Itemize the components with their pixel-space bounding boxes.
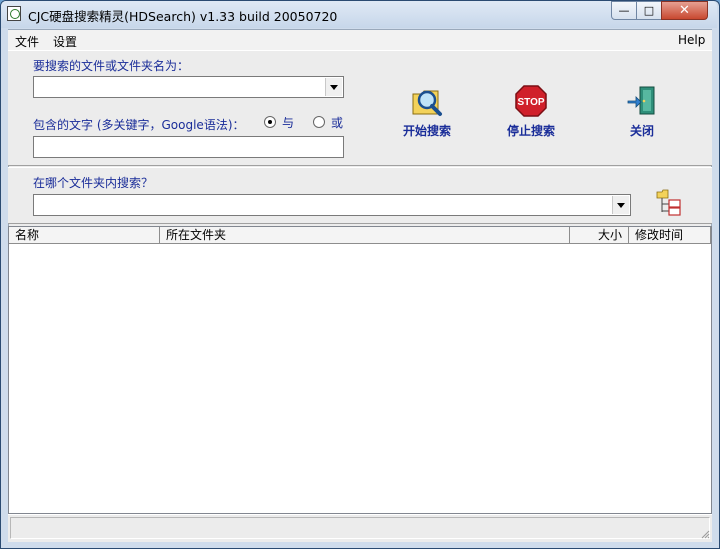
filename-label: 要搜索的文件或文件夹名为： [33,59,190,73]
folder-combobox[interactable] [33,194,631,216]
minimize-icon: — [618,4,630,17]
maximize-icon: □ [643,4,655,17]
browse-folder-tree-icon[interactable] [654,187,684,217]
radio-and-label: 与 [282,116,295,130]
contains-text-input[interactable] [33,136,344,158]
results-list[interactable] [8,226,712,514]
start-search-button[interactable]: 开始搜索 [395,84,459,140]
stop-icon-text: STOP [517,97,544,108]
menu-help[interactable]: Help [678,33,705,47]
magnifier-folder-icon [412,90,442,116]
app-icon[interactable] [7,6,21,21]
radio-and[interactable] [264,116,276,128]
column-header-size[interactable]: 大小 [570,227,629,244]
contains-text-label: 包含的文字 (多关键字，Google语法)： [33,118,245,132]
folder-label: 在哪个文件夹内搜索？ [33,176,154,190]
chevron-down-icon[interactable] [612,196,629,214]
column-header-folder[interactable]: 所在文件夹 [160,227,570,244]
radio-or-label: 或 [331,116,344,130]
stop-search-button[interactable]: STOP 停止搜索 [499,84,563,140]
resize-grip-icon[interactable] [700,529,710,539]
stop-sign-icon: STOP [515,85,547,117]
menu-bar [8,30,712,50]
radio-or[interactable] [313,116,325,128]
column-header-name[interactable]: 名称 [9,227,160,244]
filename-combobox[interactable] [33,76,344,98]
minimize-button[interactable]: — [611,1,637,20]
stop-search-label: 停止搜索 [506,124,555,138]
column-header-modified[interactable]: 修改时间 [629,227,711,244]
close-icon: ✕ [679,3,690,18]
exit-door-icon [627,86,655,115]
maximize-button[interactable]: □ [636,1,662,20]
chevron-down-icon[interactable] [325,78,342,96]
close-window-button[interactable]: ✕ [661,1,708,20]
menu-settings[interactable]: 设置 [53,33,77,50]
start-search-label: 开始搜索 [402,124,451,138]
menu-file[interactable]: 文件 [15,33,39,50]
window-title: CJC硬盘搜索精灵(HDSearch) v1.33 build 20050720 [28,9,338,24]
status-pane [10,517,710,539]
close-app-button[interactable]: 关闭 [610,84,674,140]
close-app-label: 关闭 [629,124,654,138]
